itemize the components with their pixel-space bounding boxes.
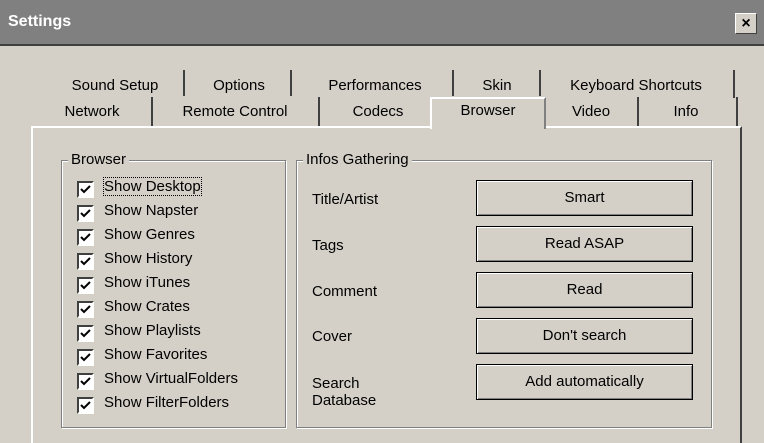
checkbox[interactable]: [77, 229, 94, 246]
tab-divider: [290, 70, 292, 96]
comment-button[interactable]: Read: [476, 272, 693, 308]
checkbox-label: Show Genres: [104, 226, 195, 243]
checkbox-label: Show Playlists: [104, 322, 201, 339]
checkbox-label: Show History: [104, 250, 193, 267]
tab-network[interactable]: Network: [42, 100, 142, 124]
checkbox[interactable]: [77, 277, 94, 294]
tab-divider: [539, 70, 541, 96]
infos-group-title: Infos Gathering: [303, 151, 412, 168]
tab-divider: [151, 97, 153, 127]
tab-options[interactable]: Options: [193, 74, 285, 98]
window-title: Settings: [8, 13, 72, 30]
tags-label: Tags: [312, 237, 344, 254]
browser-groupbox: [61, 160, 286, 428]
tab-video[interactable]: Video: [550, 100, 632, 124]
checkmark-icon: [80, 257, 91, 266]
search-database-button[interactable]: Add automatically: [476, 364, 693, 400]
checkbox[interactable]: [77, 301, 94, 318]
tab-divider: [318, 97, 320, 127]
checkmark-icon: [80, 281, 91, 290]
tab-info[interactable]: Info: [642, 100, 730, 124]
checkbox[interactable]: [77, 373, 94, 390]
checkmark-icon: [80, 185, 91, 194]
checkbox-label: Show VirtualFolders: [104, 370, 238, 387]
search-database-label: Search Database: [312, 375, 377, 409]
tab-keyboard-shortcuts[interactable]: Keyboard Shortcuts: [551, 74, 721, 98]
checkbox-label: Show iTunes: [104, 274, 191, 291]
cover-button[interactable]: Don't search: [476, 318, 693, 354]
checkbox[interactable]: [77, 349, 94, 366]
checkbox[interactable]: [77, 397, 94, 414]
tab-divider: [733, 70, 735, 98]
checkbox-label: Show Favorites: [104, 346, 208, 363]
checkmark-icon: [80, 401, 91, 410]
tab-divider: [637, 97, 639, 127]
checkmark-icon: [80, 329, 91, 338]
tab-performances[interactable]: Performances: [300, 74, 450, 98]
close-button[interactable]: ×: [735, 13, 757, 34]
checkmark-icon: [80, 377, 91, 386]
checkmark-icon: [80, 233, 91, 242]
title-artist-button[interactable]: Smart: [476, 180, 693, 216]
tab-divider: [452, 70, 454, 96]
checkmark-icon: [80, 209, 91, 218]
tab-skin[interactable]: Skin: [462, 74, 532, 98]
tab-divider: [183, 70, 185, 96]
comment-label: Comment: [312, 283, 378, 300]
checkbox-label: Show FilterFolders: [104, 394, 230, 411]
tab-sound-setup[interactable]: Sound Setup: [57, 74, 173, 98]
checkbox[interactable]: [77, 181, 94, 198]
tab-codecs[interactable]: Codecs: [326, 100, 430, 124]
title-bar: Settings ×: [0, 0, 764, 46]
checkbox-label: Show Napster: [104, 202, 199, 219]
tab-remote-control[interactable]: Remote Control: [160, 100, 310, 124]
tab-divider: [736, 97, 738, 127]
checkbox-label: Show Crates: [104, 298, 190, 315]
checkbox[interactable]: [77, 253, 94, 270]
title-artist-label: Title/Artist: [312, 191, 379, 208]
tab-browser[interactable]: Browser: [430, 97, 546, 129]
checkbox[interactable]: [77, 325, 94, 342]
checkbox-label: Show Desktop: [103, 177, 202, 196]
checkbox[interactable]: [77, 205, 94, 222]
cover-label: Cover: [312, 328, 353, 345]
checkmark-icon: [80, 353, 91, 362]
tags-button[interactable]: Read ASAP: [476, 226, 693, 262]
checkmark-icon: [80, 305, 91, 314]
browser-group-title: Browser: [68, 151, 130, 168]
